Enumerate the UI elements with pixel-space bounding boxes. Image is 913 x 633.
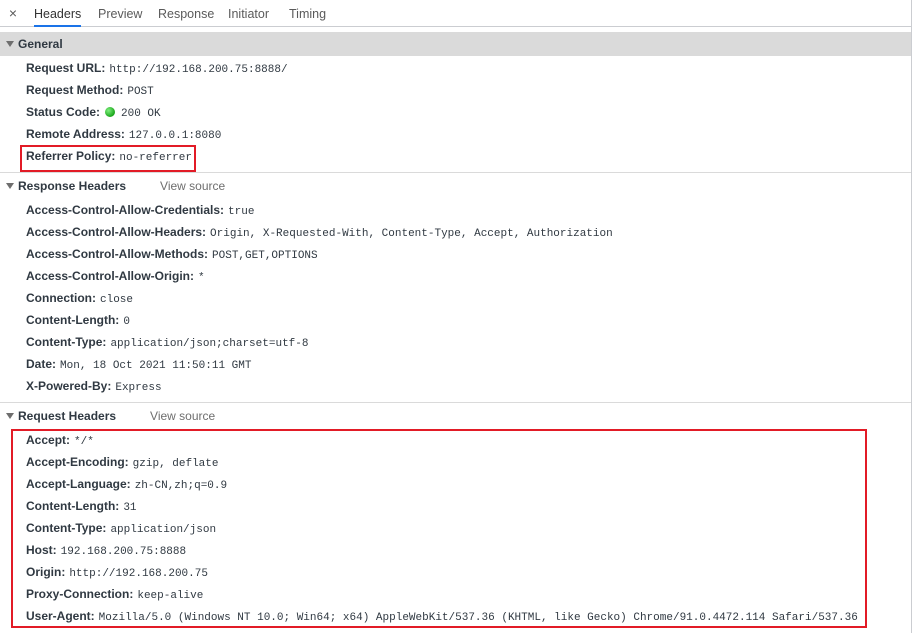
- section-title: Response Headers: [18, 179, 127, 193]
- tab-timing[interactable]: Timing: [289, 0, 326, 26]
- response-header-row: Access-Control-Allow-Credentials: true: [26, 199, 254, 221]
- tab-preview[interactable]: Preview: [98, 0, 142, 26]
- tab-response[interactable]: Response: [158, 0, 214, 26]
- header-value: 0: [123, 316, 130, 328]
- header-value: 127.0.0.1:8080: [128, 130, 222, 142]
- view-source-link[interactable]: View source: [150, 409, 215, 423]
- header-key: Status Code:: [26, 105, 101, 119]
- triangle-down-icon: [6, 413, 14, 419]
- response-header-row: Access-Control-Allow-Origin: *: [26, 265, 205, 287]
- triangle-down-icon: [6, 41, 14, 47]
- tab-headers[interactable]: Headers: [34, 0, 82, 27]
- header-key: Content-Length:: [26, 313, 120, 327]
- header-value: application/json;charset=utf-8: [110, 338, 309, 350]
- header-key: Content-Type:: [26, 335, 107, 349]
- panel-right-border: [911, 0, 912, 633]
- header-key: X-Powered-By:: [26, 379, 112, 393]
- header-key: Access-Control-Allow-Headers:: [26, 225, 207, 239]
- header-value: POST: [127, 86, 154, 98]
- header-value: true: [228, 206, 255, 218]
- header-key: Access-Control-Allow-Credentials:: [26, 203, 225, 217]
- header-value: 200 OK: [121, 108, 161, 120]
- header-key: Connection:: [26, 291, 96, 305]
- header-key: Access-Control-Allow-Origin:: [26, 269, 195, 283]
- tab-bar: × Headers Preview Response Initiator Tim…: [0, 0, 911, 27]
- response-header-row: X-Powered-By: Express: [26, 375, 162, 397]
- header-key: Remote Address:: [26, 127, 125, 141]
- header-key: Request URL:: [26, 61, 106, 75]
- response-header-row: Date: Mon, 18 Oct 2021 11:50:11 GMT: [26, 353, 251, 375]
- section-title: Request Headers: [18, 409, 117, 423]
- close-icon[interactable]: ×: [5, 5, 21, 21]
- response-header-row: Access-Control-Allow-Headers: Origin, X-R…: [26, 221, 613, 243]
- triangle-down-icon: [6, 183, 14, 189]
- status-ok-icon: [105, 107, 116, 117]
- header-value: http://192.168.200.75:8888/: [109, 64, 288, 76]
- divider: [0, 402, 911, 403]
- header-key: Date:: [26, 357, 57, 371]
- section-general-header[interactable]: General: [0, 32, 911, 56]
- divider: [0, 172, 911, 173]
- general-row: Remote Address: 127.0.0.1:8080: [26, 123, 221, 145]
- general-row: Request Method: POST: [26, 79, 154, 101]
- view-source-link[interactable]: View source: [160, 179, 225, 193]
- section-request-headers-header[interactable]: Request Headers View source: [0, 404, 911, 428]
- response-header-row: Content-Length: 0: [26, 309, 130, 331]
- response-header-row: Content-Type: application/json;charset=ut…: [26, 331, 308, 353]
- header-value: Origin, X-Requested-With, Content-Type, …: [210, 228, 613, 240]
- header-key: Access-Control-Allow-Methods:: [26, 247, 209, 261]
- header-value: *: [198, 272, 205, 284]
- header-value: Express: [115, 382, 162, 394]
- general-row: Status Code: 200 OK: [26, 101, 161, 123]
- header-value: close: [100, 294, 134, 306]
- response-header-row: Connection: close: [26, 287, 133, 309]
- header-value: Mon, 18 Oct 2021 11:50:11 GMT: [60, 360, 252, 372]
- header-value: POST,GET,OPTIONS: [212, 250, 318, 262]
- header-key: Request Method:: [26, 83, 124, 97]
- section-response-headers-header[interactable]: Response Headers View source: [0, 174, 911, 198]
- highlight-box-referrer-policy: [20, 145, 196, 172]
- general-row: Request URL: http://192.168.200.75:8888/: [26, 57, 288, 79]
- highlight-box-request-headers: [11, 429, 867, 628]
- section-title: General: [18, 37, 63, 51]
- response-header-row: Access-Control-Allow-Methods: POST,GET,OP…: [26, 243, 318, 265]
- tab-initiator[interactable]: Initiator: [228, 0, 269, 26]
